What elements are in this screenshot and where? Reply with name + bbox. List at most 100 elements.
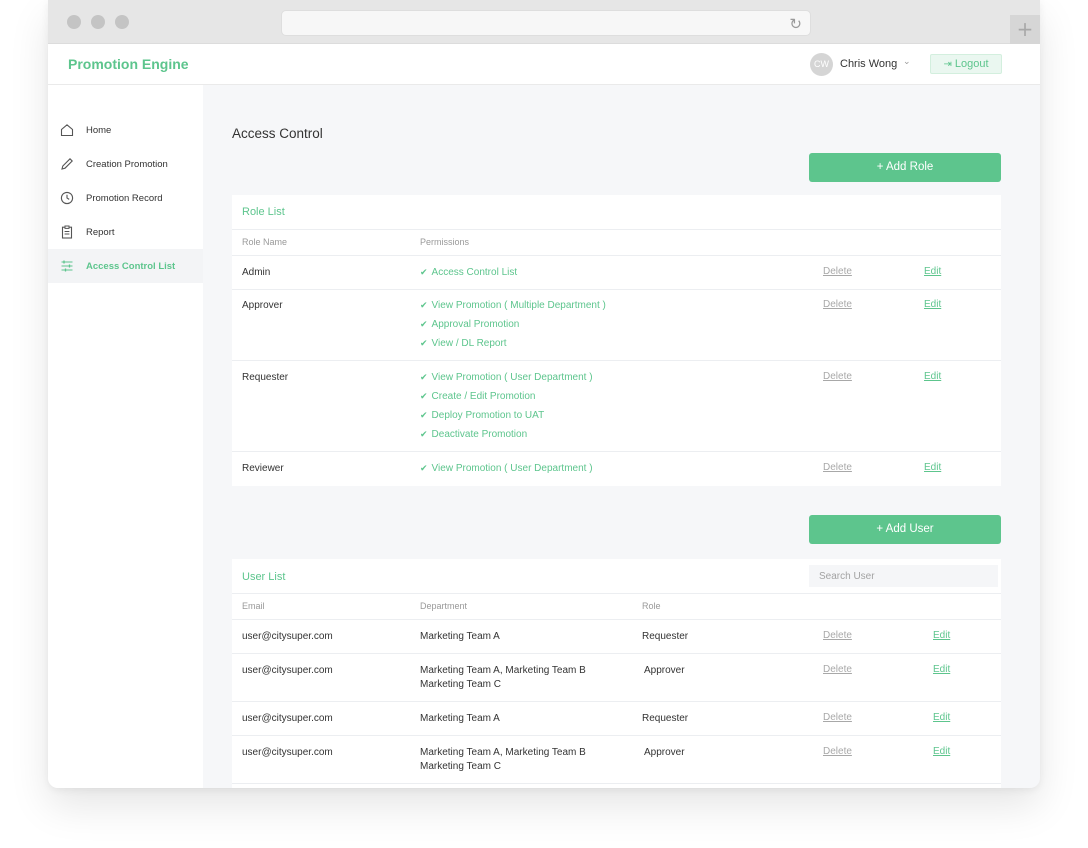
edit-role-link[interactable]: Edit — [924, 462, 941, 473]
search-user-input[interactable] — [809, 565, 998, 587]
user-role: Approver — [644, 665, 685, 676]
avatar[interactable]: CW — [810, 53, 833, 76]
edit-role-link[interactable]: Edit — [924, 266, 941, 277]
reload-icon[interactable]: ↻ — [789, 15, 802, 33]
divider — [232, 451, 1001, 452]
check-icon: ✔ — [420, 301, 428, 311]
divider — [232, 735, 1001, 736]
role-header: Role — [642, 601, 661, 611]
email-header: Email — [242, 601, 265, 611]
sidebar-item-home[interactable]: Home — [48, 113, 203, 147]
sidebar-item-label: Report — [86, 226, 115, 238]
delete-user-link[interactable]: Delete — [823, 630, 852, 641]
delete-role-link[interactable]: Delete — [823, 371, 852, 382]
sliders-icon — [60, 259, 74, 273]
home-icon — [60, 123, 74, 137]
divider — [232, 593, 1001, 594]
divider — [232, 289, 1001, 290]
divider — [232, 229, 1001, 230]
divider — [232, 619, 1001, 620]
clipboard-icon — [60, 225, 74, 239]
permission-item: ✔ Approval Promotion — [420, 319, 520, 330]
logout-button[interactable]: ⇥ Logout — [930, 54, 1002, 74]
permission-item: ✔ Deploy Promotion to UAT — [420, 410, 545, 421]
new-tab-icon[interactable]: + — [1010, 15, 1040, 44]
permission-item: ✔ View Promotion ( Multiple Department ) — [420, 300, 606, 311]
app-title: Promotion Engine — [68, 56, 189, 72]
divider — [232, 783, 1001, 784]
user-department: Marketing Team C — [420, 679, 501, 690]
user-department: Marketing Team A — [420, 713, 500, 724]
sidebar-item-promotion-record[interactable]: Promotion Record — [48, 181, 203, 215]
sidebar-item-report[interactable]: Report — [48, 215, 203, 249]
delete-role-link[interactable]: Delete — [823, 299, 852, 310]
add-user-button[interactable]: + Add User — [809, 515, 1001, 544]
browser-chrome: ↻ + — [48, 0, 1040, 44]
divider — [232, 360, 1001, 361]
window-zoom-dot[interactable] — [115, 15, 129, 29]
sidebar-item-access-control-list[interactable]: Access Control List — [48, 249, 203, 283]
role-name: Approver — [242, 300, 283, 311]
check-icon: ✔ — [420, 268, 428, 278]
address-bar[interactable]: ↻ — [281, 10, 811, 36]
user-role: Requester — [642, 713, 689, 724]
pencil-icon — [60, 157, 74, 171]
user-email: user@citysuper.com — [242, 713, 333, 724]
user-department: Marketing Team A, Marketing Team B — [420, 665, 586, 676]
chevron-down-icon[interactable]: ⌄ — [903, 57, 911, 67]
edit-user-link[interactable]: Edit — [933, 712, 950, 723]
sidebar-item-label: Creation Promotion — [86, 158, 168, 170]
edit-user-link[interactable]: Edit — [933, 746, 950, 757]
check-icon: ✔ — [420, 430, 428, 440]
divider — [232, 701, 1001, 702]
permission-item: ✔ Deactivate Promotion — [420, 429, 528, 440]
sidebar-item-label: Access Control List — [86, 260, 176, 272]
delete-role-link[interactable]: Delete — [823, 462, 852, 473]
check-icon: ✔ — [420, 392, 428, 402]
browser-window: ↻ + Promotion Engine CW Chris Wong ⌄ ⇥ L… — [48, 0, 1040, 788]
check-icon: ✔ — [420, 339, 428, 349]
user-department: Marketing Team A — [420, 631, 500, 642]
permission-item: ✔ View / DL Report — [420, 338, 507, 349]
user-email: user@citysuper.com — [242, 665, 333, 676]
check-icon: ✔ — [420, 320, 428, 330]
user-email: user@citysuper.com — [242, 631, 333, 642]
user-department: Marketing Team C — [420, 761, 501, 772]
add-role-button[interactable]: + Add Role — [809, 153, 1001, 182]
role-name: Admin — [242, 267, 271, 278]
user-list-card: User List Email Department Role user@cit… — [232, 559, 1001, 788]
divider — [232, 255, 1001, 256]
edit-user-link[interactable]: Edit — [933, 630, 950, 641]
edit-user-link[interactable]: Edit — [933, 664, 950, 675]
window-close-dot[interactable] — [67, 15, 81, 29]
permissions-header: Permissions — [420, 237, 470, 247]
delete-role-link[interactable]: Delete — [823, 266, 852, 277]
sidebar-item-label: Promotion Record — [86, 192, 163, 204]
main-content: Access Control + Add Role Role List Role… — [203, 85, 1040, 788]
logout-label: Logout — [954, 58, 989, 70]
check-icon: ✔ — [420, 464, 428, 474]
department-header: Department — [420, 601, 468, 611]
check-icon: ✔ — [420, 373, 428, 383]
delete-user-link[interactable]: Delete — [823, 664, 852, 675]
role-list-title: Role List — [242, 206, 285, 218]
user-role: Approver — [644, 747, 685, 758]
sidebar: Home Creation Promotion Promotion Record… — [48, 85, 203, 788]
check-icon: ✔ — [420, 411, 428, 421]
sidebar-item-creation-promotion[interactable]: Creation Promotion — [48, 147, 203, 181]
user-email: user@citysuper.com — [242, 747, 333, 758]
user-department: Marketing Team A, Marketing Team B — [420, 747, 586, 758]
divider — [232, 653, 1001, 654]
edit-role-link[interactable]: Edit — [924, 299, 941, 310]
user-name[interactable]: Chris Wong — [840, 58, 897, 70]
permission-item: ✔ View Promotion ( User Department ) — [420, 372, 593, 383]
window-minimize-dot[interactable] — [91, 15, 105, 29]
user-list-title: User List — [242, 571, 286, 583]
delete-user-link[interactable]: Delete — [823, 746, 852, 757]
permission-item: ✔ Access Control List — [420, 267, 518, 278]
delete-user-link[interactable]: Delete — [823, 712, 852, 723]
role-name-header: Role Name — [242, 237, 288, 247]
role-name: Requester — [242, 372, 289, 383]
edit-role-link[interactable]: Edit — [924, 371, 941, 382]
permission-item: ✔ Create / Edit Promotion — [420, 391, 536, 402]
